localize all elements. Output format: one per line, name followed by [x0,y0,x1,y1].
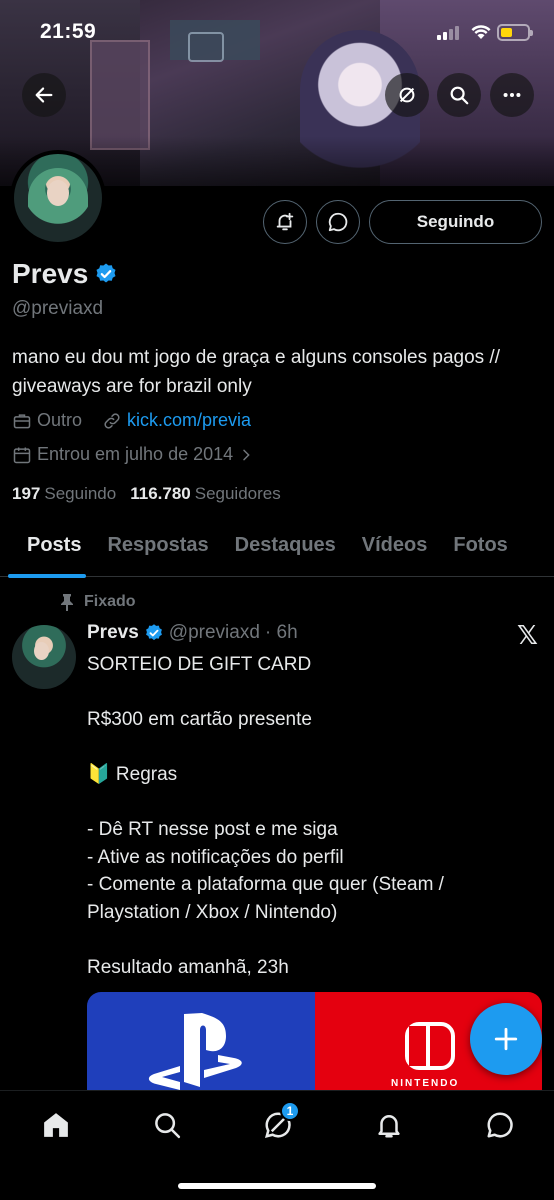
status-bar: 21:59 [0,0,554,60]
wifi-icon [471,25,491,39]
pin-icon [61,594,73,611]
bell-plus-icon [276,212,294,231]
nintendo-switch-logo-icon [405,1022,455,1070]
nintendo-label: NINTENDO [391,1078,460,1089]
link-text[interactable]: kick.com/previa [127,410,251,431]
battery-icon [497,24,533,41]
joined-label: Entrou em julho de 2014 [37,444,234,464]
grok-icon [399,87,415,103]
following-count-link[interactable]: 197 Seguindo [12,484,116,504]
profile-name: Prevs [12,258,89,289]
search-button[interactable] [437,73,481,117]
signal-icon [437,26,459,40]
profile-avatar[interactable] [10,150,106,246]
following-count: 197 [12,484,41,503]
link-icon [104,412,120,429]
post-time: · 6h [264,622,298,643]
home-indicator [178,1183,376,1189]
notification-badge: 1 [280,1101,300,1121]
followers-count-link[interactable]: 116.780 Seguidores [130,484,281,504]
status-time: 21:59 [40,20,97,43]
nav-search[interactable] [147,1105,187,1145]
search-icon [155,1113,181,1139]
profile-link[interactable]: kick.com/previa [102,410,251,431]
grok-button[interactable] [385,73,429,117]
home-icon [44,1113,68,1137]
more-icon [503,92,521,98]
verified-badge-icon[interactable] [94,262,118,286]
post-author-handle: @previaxd [168,622,260,643]
profile-name-row: Prevs [12,258,118,290]
notifications-toggle-button[interactable] [263,200,307,244]
pinned-indicator: Fixado [60,593,136,611]
chat-icon [487,1112,513,1138]
chevron-right-icon [243,449,250,460]
followers-count: 116.780 [130,484,191,503]
nav-messages[interactable] [480,1105,520,1145]
nav-home[interactable] [36,1105,76,1145]
compose-post-button[interactable] [470,1003,542,1075]
tab-posts[interactable]: Posts [0,520,94,578]
bell-icon [378,1115,400,1138]
pinned-label: Fixado [84,593,136,610]
more-button[interactable] [490,73,534,117]
back-button[interactable] [22,73,66,117]
followers-label: Seguidores [194,484,281,503]
follow-counts: 197 Seguindo 116.780 Seguidores [12,484,281,504]
profile-category: Outro [12,410,82,431]
following-button[interactable]: Seguindo [369,200,542,244]
playstation-panel [87,992,315,1102]
verified-badge-icon [145,624,162,641]
profile-bio: mano eu dou mt jogo de graça e alguns co… [12,347,500,397]
nav-grok[interactable]: 1 [258,1101,300,1145]
playstation-logo-icon [148,1013,242,1090]
tab-highlights[interactable]: Destaques [222,520,349,577]
post-author-avatar[interactable] [12,625,76,689]
message-button[interactable] [316,200,360,244]
search-icon [450,86,469,105]
chat-icon [328,212,348,232]
plus-icon [494,1027,518,1051]
following-label: Seguindo [44,484,117,503]
nav-notifications[interactable] [369,1105,409,1145]
profile-tabs: Posts Respostas Destaques Vídeos Fotos [0,520,554,578]
post-header: Prevs @previaxd · 6h [87,622,298,644]
profile-meta: Outro kick.com/previa [12,410,271,431]
tab-photos[interactable]: Fotos [440,520,520,577]
post-text: SORTEIO DE GIFT CARD R$300 em cartão pre… [87,654,444,978]
arrow-left-icon [35,87,53,103]
post-author-name[interactable]: Prevs [87,622,139,644]
briefcase-icon [13,413,31,428]
profile-joined[interactable]: Entrou em julho de 2014 [12,444,254,465]
tab-videos[interactable]: Vídeos [349,520,441,577]
profile-handle: @previaxd [12,298,104,319]
tab-replies[interactable]: Respostas [94,520,221,577]
x-logo-icon[interactable]: 𝕏 [517,621,538,651]
calendar-icon [13,447,31,463]
category-label: Outro [37,410,83,430]
